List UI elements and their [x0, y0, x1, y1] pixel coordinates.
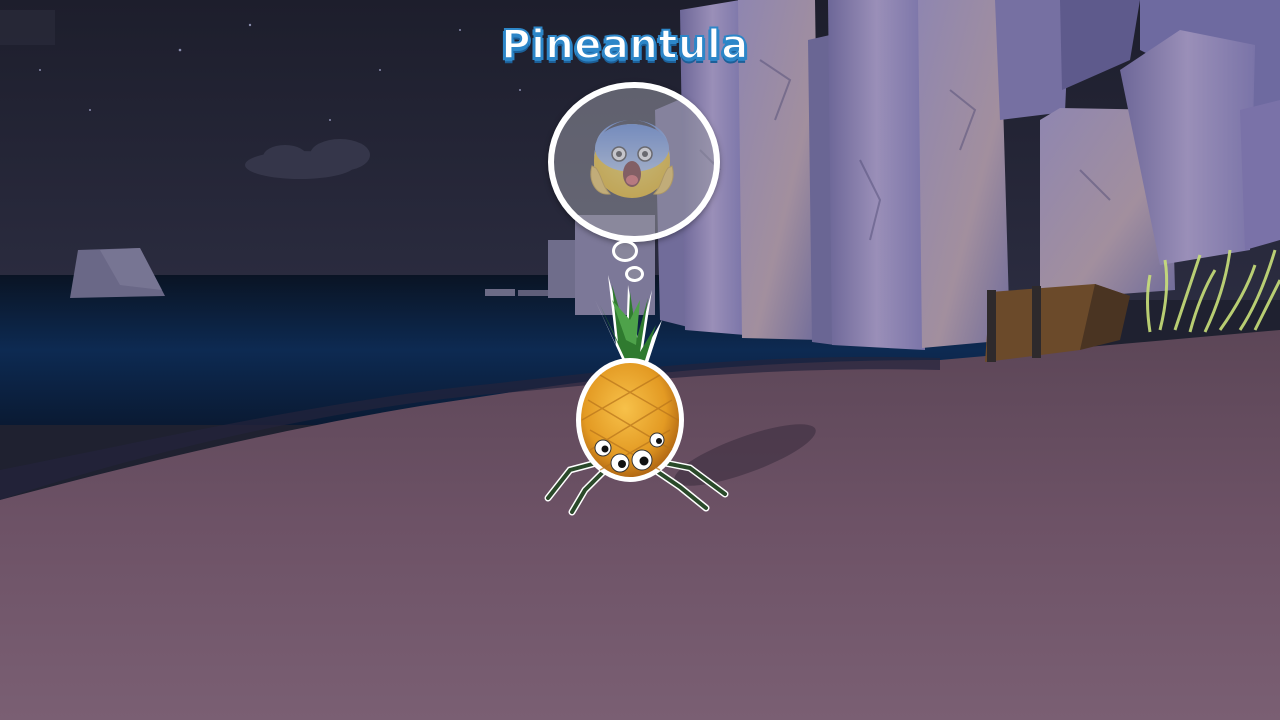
game-scene [0, 0, 1280, 720]
scared-emoji-icon [590, 120, 674, 198]
sky-patch [0, 10, 55, 45]
